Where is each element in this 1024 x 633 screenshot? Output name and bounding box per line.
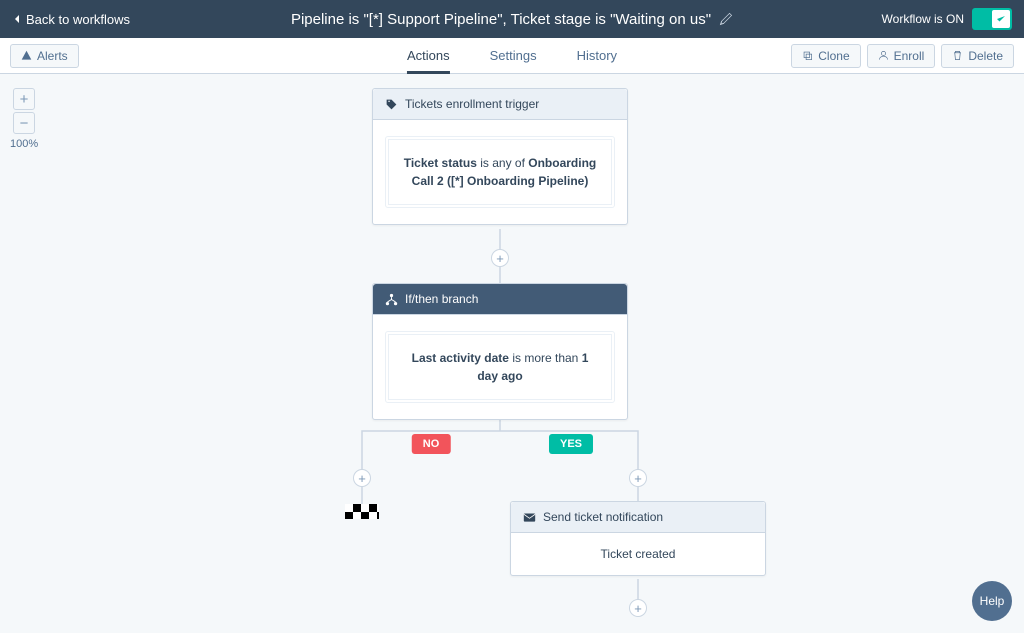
enroll-label: Enroll xyxy=(894,49,925,63)
warning-icon xyxy=(21,50,32,61)
workflow-status-label: Workflow is ON xyxy=(882,12,964,26)
clone-icon xyxy=(802,50,813,61)
toggle-knob xyxy=(992,10,1010,28)
help-button[interactable]: Help xyxy=(972,581,1012,621)
trigger-node[interactable]: Tickets enrollment trigger Ticket status… xyxy=(372,88,628,225)
sub-bar: Alerts Actions Settings History Clone En… xyxy=(0,38,1024,74)
workflow-canvas[interactable]: Tickets enrollment trigger Ticket status… xyxy=(0,74,1024,633)
workflow-title-wrap: Pipeline is "[*] Support Pipeline", Tick… xyxy=(291,11,733,28)
trigger-header: Tickets enrollment trigger xyxy=(373,89,627,120)
tag-icon xyxy=(385,98,398,111)
end-marker xyxy=(345,504,379,519)
branch-rule-mid: is more than xyxy=(509,351,582,365)
action-body: Ticket created xyxy=(511,533,765,575)
enroll-icon xyxy=(878,50,889,61)
branch-yes-label: YES xyxy=(549,434,593,454)
right-actions: Clone Enroll Delete xyxy=(791,44,1014,68)
alerts-label: Alerts xyxy=(37,49,68,63)
branch-node[interactable]: If/then branch Last activity date is mor… xyxy=(372,283,628,420)
check-icon xyxy=(996,14,1006,24)
back-label: Back to workflows xyxy=(26,12,130,27)
trigger-rule-prefix: Ticket status xyxy=(404,156,477,170)
trigger-rule-mid: is any of xyxy=(477,156,528,170)
action-node[interactable]: Send ticket notification Ticket created xyxy=(510,501,766,576)
workflow-toggle[interactable] xyxy=(972,8,1012,30)
trash-icon xyxy=(952,50,963,61)
workflow-title: Pipeline is "[*] Support Pipeline", Tick… xyxy=(291,11,711,28)
delete-button[interactable]: Delete xyxy=(941,44,1014,68)
add-step-yes-button[interactable]: + xyxy=(629,469,647,487)
branch-rule-card[interactable]: Last activity date is more than 1 day ag… xyxy=(385,331,615,403)
enroll-button[interactable]: Enroll xyxy=(867,44,936,68)
trigger-title: Tickets enrollment trigger xyxy=(405,97,539,111)
action-header: Send ticket notification xyxy=(511,502,765,533)
add-step-after-action-button[interactable]: + xyxy=(629,599,647,617)
edit-icon[interactable] xyxy=(719,12,733,26)
clone-button[interactable]: Clone xyxy=(791,44,860,68)
tab-actions[interactable]: Actions xyxy=(407,38,450,73)
branch-title: If/then branch xyxy=(405,292,478,306)
branch-header: If/then branch xyxy=(373,284,627,315)
add-step-no-button[interactable]: + xyxy=(353,469,371,487)
delete-label: Delete xyxy=(968,49,1003,63)
action-title: Send ticket notification xyxy=(543,510,663,524)
branch-rule-prefix: Last activity date xyxy=(412,351,509,365)
back-to-workflows-link[interactable]: Back to workflows xyxy=(12,12,130,27)
clone-label: Clone xyxy=(818,49,849,63)
chevron-left-icon xyxy=(12,14,22,24)
trigger-body: Ticket status is any of Onboarding Call … xyxy=(373,120,627,224)
tab-settings[interactable]: Settings xyxy=(490,38,537,73)
tab-history[interactable]: History xyxy=(577,38,617,73)
top-bar: Back to workflows Pipeline is "[*] Suppo… xyxy=(0,0,1024,38)
envelope-icon xyxy=(523,511,536,524)
branch-icon xyxy=(385,293,398,306)
branch-body: Last activity date is more than 1 day ag… xyxy=(373,315,627,419)
alerts-button[interactable]: Alerts xyxy=(10,44,79,68)
topbar-right: Workflow is ON xyxy=(882,8,1012,30)
branch-no-label: NO xyxy=(412,434,451,454)
add-step-button[interactable]: + xyxy=(491,249,509,267)
trigger-rule-card[interactable]: Ticket status is any of Onboarding Call … xyxy=(385,136,615,208)
tabs: Actions Settings History xyxy=(407,38,617,73)
